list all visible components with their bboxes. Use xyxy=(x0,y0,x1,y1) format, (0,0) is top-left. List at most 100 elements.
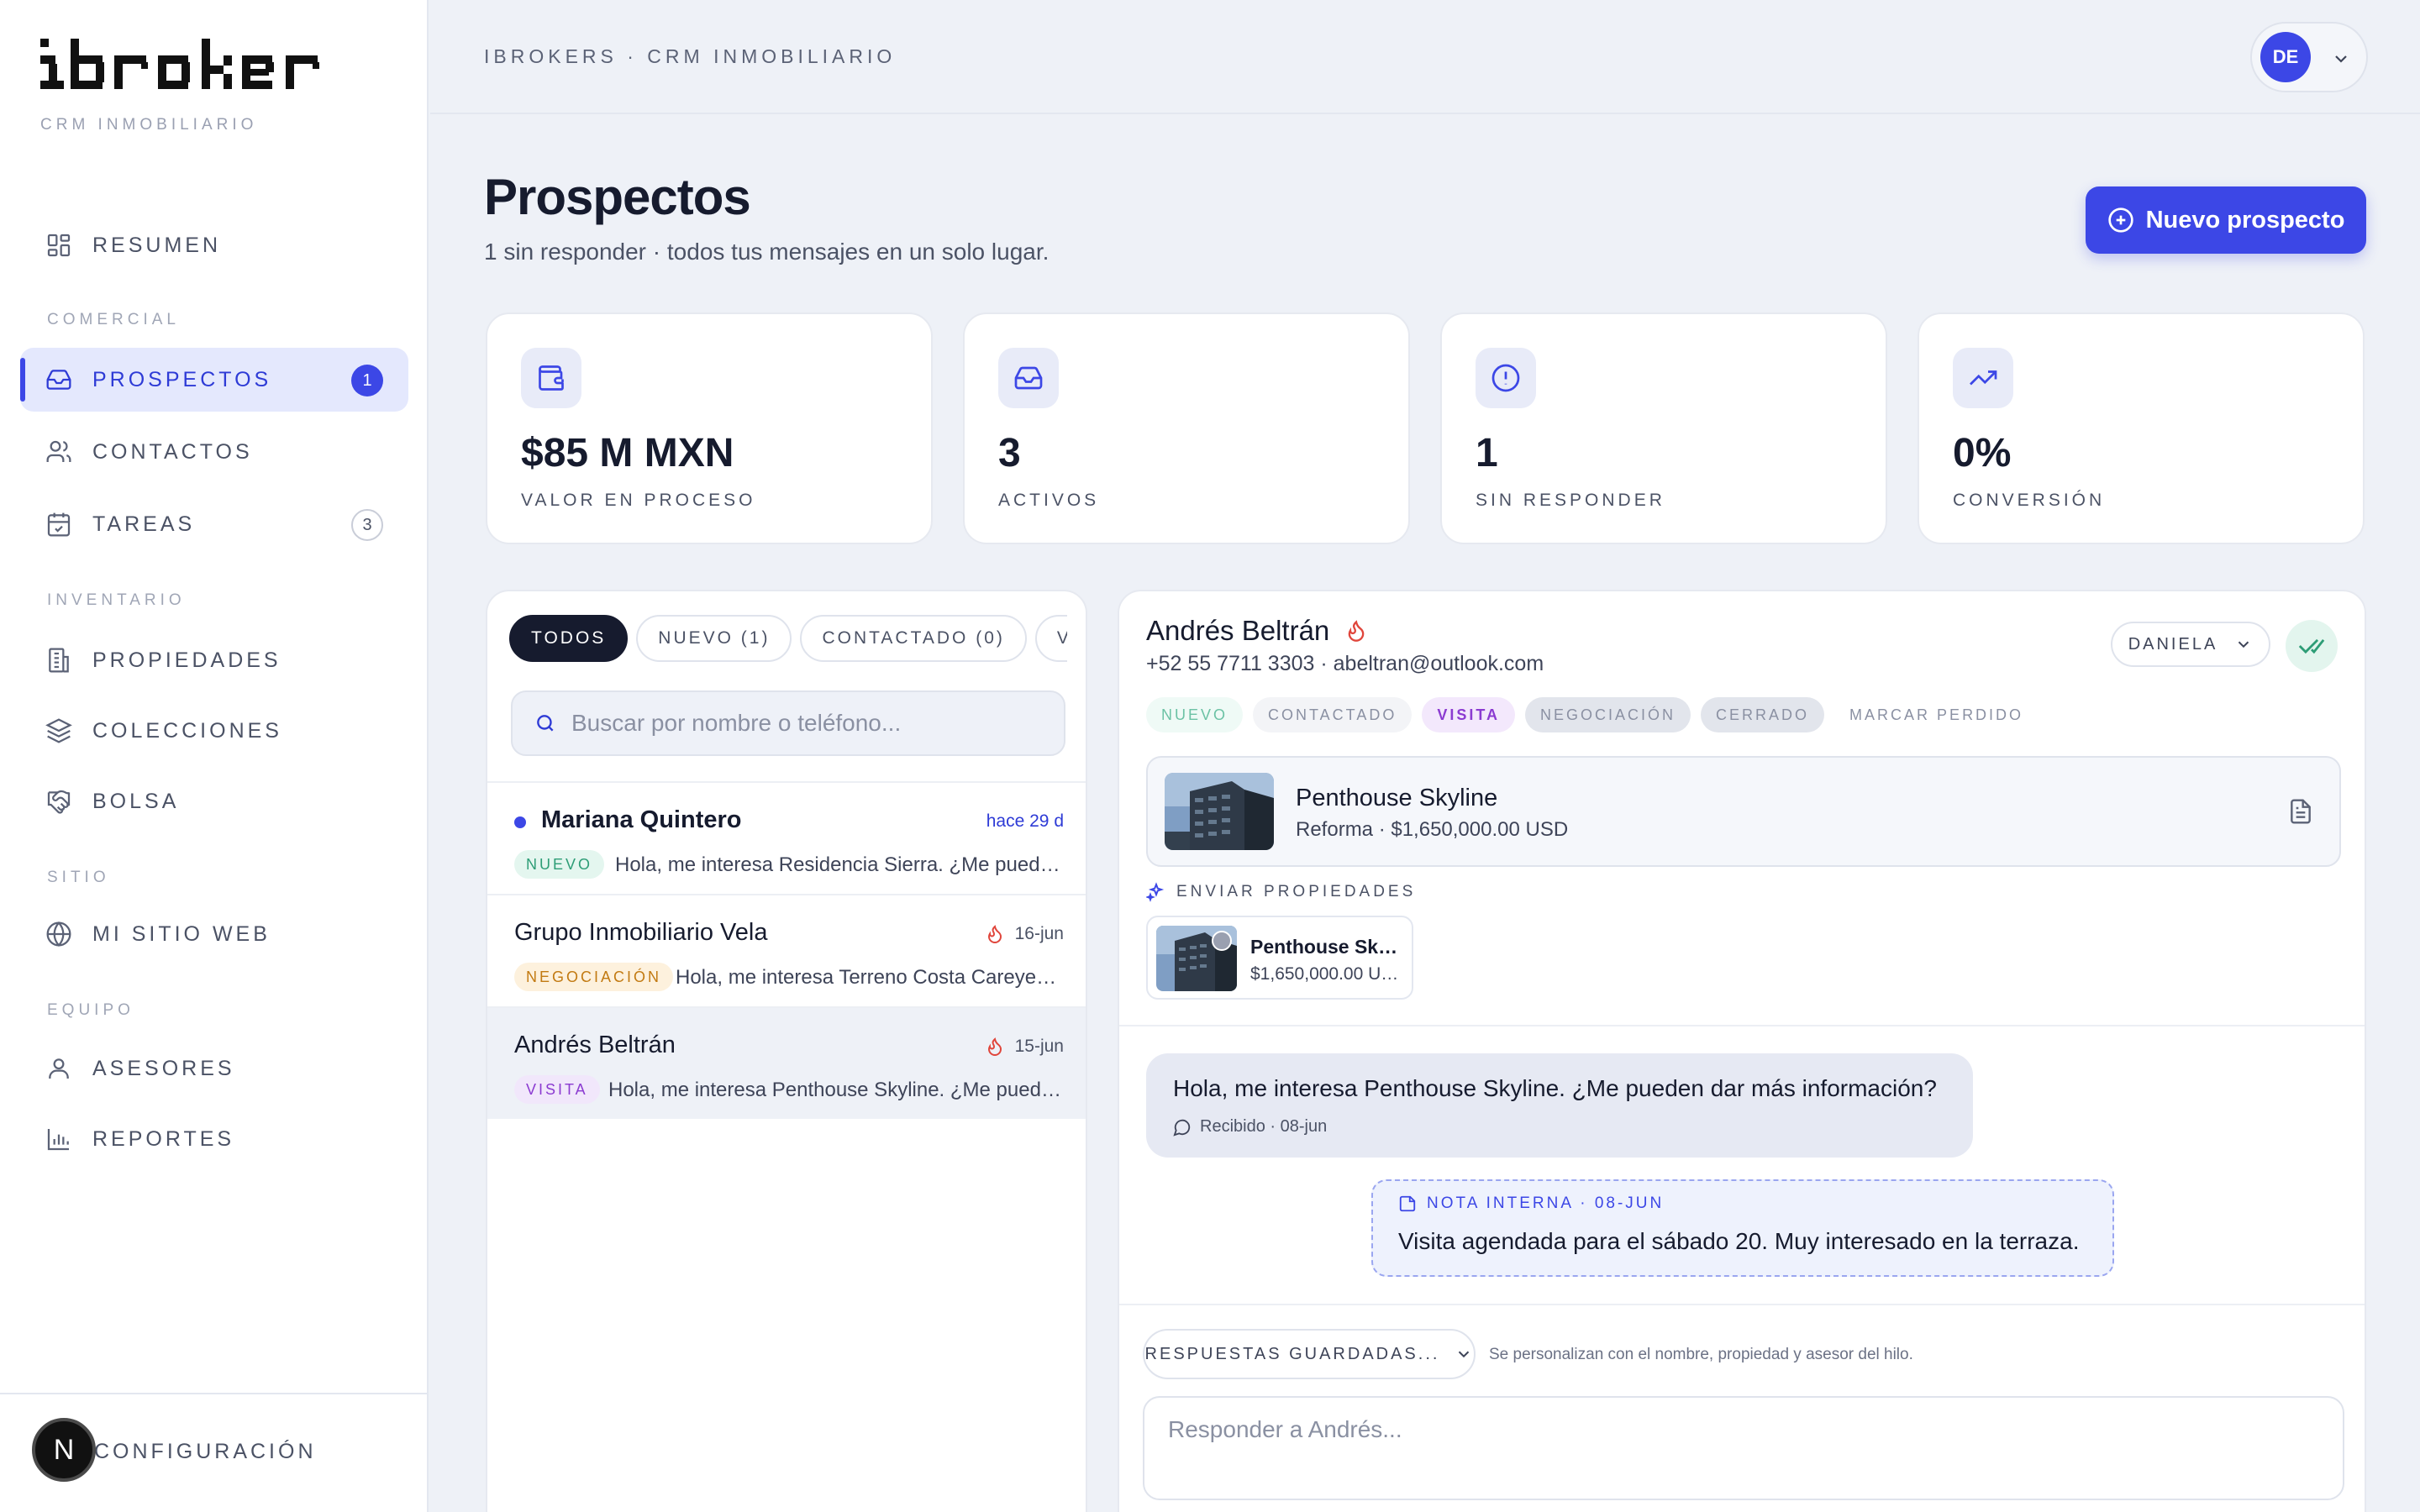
sidebar-item-label: PROSPECTOS xyxy=(92,367,272,391)
filter-chip-visita[interactable]: VISITA xyxy=(1034,615,1067,662)
lead-time-text: 15-jun xyxy=(1014,1037,1064,1056)
lead-time: hace 29 d xyxy=(986,811,1064,832)
incoming-message: Hola, me interesa Penthouse Skyline. ¿Me… xyxy=(1146,1053,1973,1158)
sidebar-item-tareas[interactable]: TAREAS 3 xyxy=(20,492,408,556)
sidebar-item-resumen[interactable]: RESUMEN xyxy=(20,213,408,277)
lead-time: 16-jun xyxy=(985,924,1064,944)
suggested-property-card[interactable]: Penthouse Skyline $1,650,000.00 USD xyxy=(1146,916,1413,1000)
agent-select[interactable]: DANIELA xyxy=(2111,622,2270,667)
note-label: NOTA INTERNA · 08-JUN xyxy=(1398,1194,1664,1213)
mark-replied-button[interactable] xyxy=(2286,620,2338,672)
sidebar-item-contactos[interactable]: CONTACTOS xyxy=(20,420,408,484)
page-subtitle: 1 sin responder · todos tus mensajes en … xyxy=(484,239,1050,265)
saved-replies-label: RESPUESTAS GUARDADAS... xyxy=(1144,1344,1440,1363)
internal-note: NOTA INTERNA · 08-JUN Visita agendada pa… xyxy=(1371,1179,2114,1277)
inbox-icon xyxy=(45,366,72,393)
lead-message-preview: Hola, me interesa Penthouse Skyline. ¿Me… xyxy=(608,1079,1064,1101)
kpi-label: VALOR EN PROCESO xyxy=(521,491,756,510)
flame-icon xyxy=(985,924,1005,944)
sidebar-item-label: RESUMEN xyxy=(92,233,222,257)
filter-chip-nuevo[interactable]: NUEVO (1) xyxy=(636,615,792,662)
alert-circle-icon xyxy=(1476,348,1536,408)
lead-detail-name: Andrés Beltrán xyxy=(1146,615,1330,646)
sidebar-item-label: COLECCIONES xyxy=(92,718,282,743)
wallet-icon xyxy=(521,348,581,408)
brand-subtitle: CRM INMOBILIARIO xyxy=(40,116,258,134)
stage-negociacion-button[interactable]: NEGOCIACIÓN xyxy=(1525,697,1691,732)
message-meta-text: Recibido · 08-jun xyxy=(1200,1117,1328,1136)
stage-cerrado-button[interactable]: CERRADO xyxy=(1701,697,1825,732)
sidebar-item-bolsa[interactable]: BOLSA xyxy=(20,769,408,833)
stage-filter-tabs: TODOSNUEVO (1)CONTACTADO (0)VISITA xyxy=(509,615,1067,664)
suggested-property-price: $1,650,000.00 USD xyxy=(1250,964,1405,984)
send-properties-label: ENVIAR PROPIEDADES xyxy=(1146,882,1416,902)
sidebar-item-reportes[interactable]: REPORTES xyxy=(20,1107,408,1171)
sidebar: CRM INMOBILIARIO RESUMEN COMERCIAL PROSP… xyxy=(0,0,429,1512)
users-icon xyxy=(45,438,72,465)
kpi-value: 0% xyxy=(1953,431,2012,475)
linked-property-card[interactable]: Penthouse Skyline Reforma · $1,650,000.0… xyxy=(1146,756,2341,867)
message-meta: Recibido · 08-jun xyxy=(1173,1117,1327,1137)
lead-detail-header: Andrés Beltrán xyxy=(1146,615,1368,647)
lead-time-text: 16-jun xyxy=(1014,924,1064,943)
saved-replies-select[interactable]: RESPUESTAS GUARDADAS... xyxy=(1143,1329,1476,1379)
property-title: Penthouse Skyline xyxy=(1296,785,1498,811)
sidebar-item-propiedades[interactable]: PROPIEDADES xyxy=(20,628,408,692)
trending-up-icon xyxy=(1953,348,2013,408)
plus-circle-icon xyxy=(2107,207,2134,234)
flame-icon xyxy=(1344,619,1368,643)
section-label-comercial: COMERCIAL xyxy=(47,311,180,328)
message-circle-icon xyxy=(1173,1118,1192,1137)
search-input[interactable] xyxy=(571,710,1042,737)
building-icon xyxy=(45,647,72,674)
calendar-check-icon xyxy=(45,511,72,538)
lead-row-selected[interactable]: Andrés Beltrán 15-jun VISITA Hola, me in… xyxy=(487,1006,1086,1119)
breadcrumb: IBROKERS · CRM INMOBILIARIO xyxy=(484,45,897,67)
ibroker-logo[interactable] xyxy=(40,39,393,97)
globe-icon xyxy=(45,921,72,948)
sidebar-item-sitio-web[interactable]: MI SITIO WEB xyxy=(20,902,408,966)
property-subtitle: Reforma · $1,650,000.00 USD xyxy=(1296,818,1569,841)
kpi-card-valor: $85 M MXN VALOR EN PROCESO xyxy=(486,312,933,544)
lead-time-text: hace 29 d xyxy=(986,811,1064,831)
double-check-icon xyxy=(2297,632,2326,660)
sidebar-item-label: REPORTES xyxy=(92,1126,235,1151)
stage-nuevo-button[interactable]: NUEVO xyxy=(1146,697,1244,732)
search-box[interactable] xyxy=(511,690,1065,756)
suggested-property-title: Penthouse Skyline xyxy=(1250,936,1402,958)
lead-row[interactable]: Grupo Inmobiliario Vela 16-jun NEGOCIACI… xyxy=(487,894,1086,1006)
kpi-label: SIN RESPONDER xyxy=(1476,491,1665,510)
stage-visita-button[interactable]: VISITA xyxy=(1422,697,1516,732)
note-text: Visita agendada para el sábado 20. Muy i… xyxy=(1398,1228,2080,1254)
chevron-down-icon xyxy=(2234,635,2253,654)
stage-contactado-button[interactable]: CONTACTADO xyxy=(1253,697,1413,732)
sidebar-item-colecciones[interactable]: COLECCIONES xyxy=(20,699,408,763)
user-menu-button[interactable]: DE xyxy=(2250,22,2368,92)
kpi-label: ACTIVOS xyxy=(998,491,1100,510)
filter-chip-todos[interactable]: TODOS xyxy=(509,615,629,662)
mark-lost-button[interactable]: MARCAR PERDIDO xyxy=(1834,697,2039,732)
flame-icon xyxy=(985,1037,1005,1057)
lead-row[interactable]: Mariana Quintero hace 29 d NUEVO Hola, m… xyxy=(487,781,1086,894)
layers-icon xyxy=(45,717,72,744)
sidebar-item-configuracion[interactable]: CONFIGURACIÓN xyxy=(94,1440,317,1464)
handshake-icon xyxy=(45,788,72,815)
sparkles-icon xyxy=(1146,882,1166,902)
sticky-note-icon xyxy=(1398,1194,1417,1213)
sidebar-item-prospectos[interactable]: PROSPECTOS 1 xyxy=(20,348,408,412)
lead-name: Grupo Inmobiliario Vela xyxy=(514,919,768,946)
filter-chip-contactado[interactable]: CONTACTADO (0) xyxy=(800,615,1027,662)
new-lead-button[interactable]: Nuevo prospecto xyxy=(2086,186,2366,254)
bar-chart-icon xyxy=(45,1126,72,1152)
message-text: Hola, me interesa Penthouse Skyline. ¿Me… xyxy=(1173,1075,1937,1101)
reply-input[interactable] xyxy=(1143,1396,2344,1500)
agent-select-label: DANIELA xyxy=(2128,634,2218,654)
document-icon[interactable] xyxy=(2287,798,2314,825)
kpi-value: 3 xyxy=(998,431,1021,475)
page-title: Prospectos xyxy=(484,169,751,225)
dev-tools-badge[interactable]: N xyxy=(32,1418,96,1482)
select-checkbox[interactable] xyxy=(1212,931,1232,951)
sidebar-item-asesores[interactable]: ASESORES xyxy=(20,1037,408,1100)
section-label-inventario: INVENTARIO xyxy=(47,591,186,609)
sidebar-item-label: CONTACTOS xyxy=(92,439,253,464)
